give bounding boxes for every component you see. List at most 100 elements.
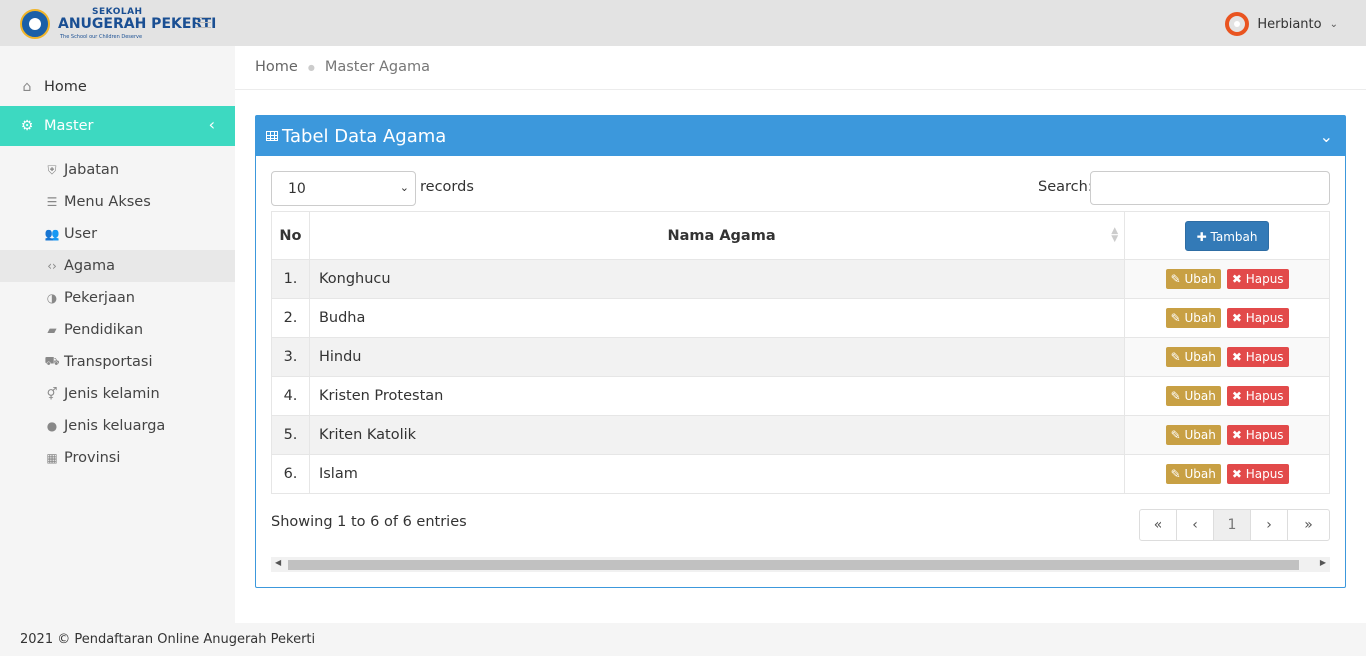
- book-icon: ▰: [47, 323, 57, 337]
- row-name: Hindu: [308, 337, 1126, 377]
- delete-button[interactable]: ✖ Hapus: [1226, 347, 1289, 367]
- edit-button-label: Ubah: [1184, 350, 1216, 364]
- edit-button[interactable]: ✎ Ubah: [1165, 347, 1221, 367]
- sidebar-item-user[interactable]: 👥 User: [0, 218, 235, 250]
- sidebar-item-label: Menu Akses: [64, 194, 151, 210]
- records-length-select[interactable]: 10 ⌄: [271, 171, 416, 206]
- edit-button[interactable]: ✎ Ubah: [1165, 425, 1221, 445]
- row-number: 4.: [271, 376, 310, 416]
- delete-button-label: Hapus: [1245, 428, 1284, 442]
- scrollbar-thumb[interactable]: [288, 560, 1299, 570]
- row-number: 1.: [271, 259, 310, 299]
- row-name: Islam: [308, 454, 1126, 494]
- page-next-button[interactable]: ›: [1250, 509, 1288, 541]
- pagination: « ‹ 1 › »: [1139, 509, 1330, 541]
- row-number: 3.: [271, 337, 310, 377]
- sidebar-item-label: Home: [44, 79, 87, 95]
- column-header-no[interactable]: No: [271, 211, 310, 260]
- delete-button[interactable]: ✖ Hapus: [1226, 308, 1289, 328]
- row-name: Budha: [308, 298, 1126, 338]
- sidebar-item-provinsi[interactable]: ▦ Provinsi: [0, 442, 235, 474]
- sidebar-item-label: Pekerjaan: [64, 290, 135, 306]
- close-icon: ✖: [1231, 467, 1242, 481]
- add-button[interactable]: ✚ Tambah: [1184, 220, 1270, 251]
- sidebar-item-jenis-keluarga[interactable]: ● Jenis keluarga: [0, 410, 235, 442]
- sidebar-item-agama[interactable]: ‹› Agama: [0, 250, 235, 282]
- divider: [235, 89, 1366, 90]
- delete-button[interactable]: ✖ Hapus: [1226, 386, 1289, 406]
- footer: 2021 © Pendaftaran Online Anugerah Peker…: [0, 623, 1366, 656]
- page-prev-button[interactable]: ‹: [1176, 509, 1214, 541]
- breadcrumb-home[interactable]: Home: [255, 59, 298, 75]
- collapse-chevron-icon[interactable]: ⌄: [1320, 127, 1333, 146]
- edit-button-label: Ubah: [1184, 389, 1216, 403]
- close-icon: ✖: [1231, 311, 1242, 325]
- sidebar-item-menu-akses[interactable]: ☰ Menu Akses: [0, 186, 235, 218]
- breadcrumb: Home ● Master Agama: [255, 58, 430, 76]
- chevron-down-icon: ⌄: [1329, 18, 1338, 30]
- logo-tagline: The School our Children Deserve: [60, 34, 143, 40]
- close-icon: ✖: [1231, 272, 1242, 286]
- gender-icon: ⚥: [46, 387, 58, 401]
- chevron-down-icon: ⌄: [399, 181, 409, 194]
- delete-button[interactable]: ✖ Hapus: [1226, 464, 1289, 484]
- sidebar-item-jabatan[interactable]: ⛨ Jabatan: [0, 154, 235, 186]
- top-navbar: SEKOLAH ANUGERAH PEKERTI The School our …: [0, 0, 1366, 46]
- horizontal-scrollbar[interactable]: ◀ ▶: [271, 557, 1330, 572]
- sidebar-item-transportasi[interactable]: ⛟ Transportasi: [0, 346, 235, 378]
- sidebar-item-label: Jabatan: [64, 162, 120, 178]
- scroll-right-icon[interactable]: ▶: [1320, 558, 1326, 567]
- column-header-action: ✚ Tambah: [1124, 211, 1330, 260]
- sidebar-item-label: Jenis kelamin: [64, 386, 160, 402]
- half-circle-icon: ◑: [46, 291, 58, 305]
- sidebar-item-pendidikan[interactable]: ▰ Pendidikan: [0, 314, 235, 346]
- master-submenu: ⛨ Jabatan ☰ Menu Akses 👥 User ‹› Agama ◑ Peke…: [0, 154, 235, 474]
- delete-button-label: Hapus: [1245, 467, 1284, 481]
- page-first-button[interactable]: «: [1139, 509, 1177, 541]
- column-header-nama-agama[interactable]: Nama Agama ▲ ▼: [308, 211, 1126, 260]
- row-actions: ✎ Ubah ✖ Hapus: [1124, 337, 1330, 377]
- table-row: 1. Konghucu ✎ Ubah ✖ Hapus: [271, 259, 1330, 299]
- user-name: Herbianto: [1257, 16, 1322, 32]
- edit-button[interactable]: ✎ Ubah: [1165, 386, 1221, 406]
- sidebar-item-label: Transportasi: [64, 354, 153, 370]
- sidebar-item-jenis-kelamin[interactable]: ⚥ Jenis kelamin: [0, 378, 235, 410]
- page-last-button[interactable]: »: [1287, 509, 1330, 541]
- user-icon: ●: [46, 419, 58, 433]
- close-icon: ✖: [1231, 350, 1242, 364]
- code-icon: ‹›: [47, 259, 57, 273]
- row-number: 2.: [271, 298, 310, 338]
- edit-button-label: Ubah: [1184, 428, 1216, 442]
- edit-button[interactable]: ✎ Ubah: [1165, 269, 1221, 289]
- close-icon: ✖: [1231, 389, 1242, 403]
- edit-button[interactable]: ✎ Ubah: [1165, 464, 1221, 484]
- delete-button-label: Hapus: [1245, 311, 1284, 325]
- sidebar-item-master[interactable]: ⚙ Master ‹: [0, 106, 243, 146]
- sidebar-toggle-icon[interactable]: [196, 17, 211, 29]
- breadcrumb-current: Master Agama: [324, 59, 430, 75]
- add-button-label: Tambah: [1210, 229, 1258, 244]
- panel-header: Tabel Data Agama ⌄: [256, 116, 1345, 156]
- search-input[interactable]: [1090, 171, 1330, 205]
- main-content: Home ● Master Agama Tabel Data Agama ⌄ 1…: [235, 46, 1366, 623]
- page-1-button[interactable]: 1: [1213, 509, 1251, 541]
- sidebar-item-pekerjaan[interactable]: ◑ Pekerjaan: [0, 282, 235, 314]
- sidebar-item-label: Jenis keluarga: [64, 418, 166, 434]
- delete-button-label: Hapus: [1245, 272, 1284, 286]
- row-number: 5.: [271, 415, 310, 455]
- edit-button[interactable]: ✎ Ubah: [1165, 308, 1221, 328]
- pencil-icon: ✎: [1170, 311, 1181, 325]
- agama-table: No Nama Agama ▲ ▼ ✚ Tambah 1. Konghucu ✎ …: [271, 211, 1330, 494]
- row-actions: ✎ Ubah ✖ Hapus: [1124, 259, 1330, 299]
- table-row: 5. Kriten Katolik ✎ Ubah ✖ Hapus: [271, 415, 1330, 455]
- pencil-icon: ✎: [1170, 389, 1181, 403]
- shield-icon: ⛨: [47, 162, 57, 177]
- user-menu[interactable]: Herbianto ⌄: [1225, 12, 1338, 36]
- breadcrumb-separator-icon: ●: [307, 62, 315, 72]
- panel-title: Tabel Data Agama: [282, 125, 447, 147]
- delete-button[interactable]: ✖ Hapus: [1226, 425, 1289, 445]
- delete-button[interactable]: ✖ Hapus: [1226, 269, 1289, 289]
- scroll-left-icon[interactable]: ◀: [275, 558, 281, 567]
- sidebar-item-home[interactable]: ⌂ Home: [0, 67, 235, 107]
- school-logo[interactable]: SEKOLAH ANUGERAH PEKERTI The School our …: [18, 6, 216, 42]
